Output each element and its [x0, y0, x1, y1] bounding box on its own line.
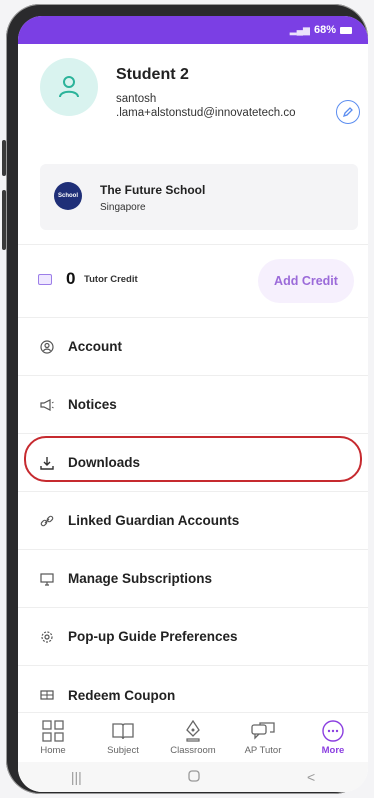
menu-label-popup-guide: Pop-up Guide Preferences	[68, 629, 238, 644]
menu-label-redeem-coupon: Redeem Coupon	[68, 687, 176, 703]
nav-subject[interactable]: Subject	[88, 713, 158, 762]
nav-more[interactable]: More	[298, 713, 368, 762]
tutor-credit-row: 0 Tutor Credit Add Credit	[18, 244, 368, 318]
credit-label: Tutor Credit	[84, 274, 138, 285]
profile-name: Student 2	[116, 66, 189, 83]
menu-label-manage-subscriptions: Manage Subscriptions	[68, 571, 213, 586]
more-icon	[322, 719, 344, 743]
nav-label-home: Home	[40, 745, 66, 756]
system-navigation-bar: ||| <	[18, 762, 368, 792]
chat-icon	[251, 719, 275, 743]
email-line-2: .lama+alstonstud@innovatetech.co	[116, 107, 296, 119]
menu-item-notices[interactable]: Notices	[18, 376, 368, 434]
credit-value: 0	[66, 269, 76, 288]
pen-icon	[184, 719, 202, 743]
downloads-highlight-outline	[24, 436, 362, 482]
menu-label-account: Account	[68, 339, 122, 354]
nav-classroom[interactable]: Classroom	[158, 713, 228, 762]
app-screen: ▂▄▆ 68% Student 2 santosh .lama+alstonst…	[18, 16, 368, 792]
credit-card-icon	[38, 274, 52, 285]
status-bar: ▂▄▆ 68%	[18, 16, 368, 44]
book-icon	[112, 719, 134, 743]
link-icon	[40, 514, 54, 528]
menu-item-linked-guardian-accounts[interactable]: Linked Guardian Accounts	[18, 492, 368, 550]
battery-percentage: 68%	[313, 24, 336, 36]
megaphone-icon	[40, 398, 54, 412]
menu-item-popup-guide-preferences[interactable]: Pop-up Guide Preferences	[18, 608, 368, 666]
school-logo: School	[54, 182, 82, 210]
add-credit-button[interactable]: Add Credit	[258, 259, 354, 303]
email-line-1: santosh	[116, 93, 157, 105]
nav-label-more: More	[321, 745, 345, 756]
school-name: The Future School	[100, 183, 206, 197]
recent-apps-icon[interactable]: |||	[71, 769, 82, 785]
monitor-icon	[40, 572, 54, 586]
profile-email: santosh .lama+alstonstud@innovatetech.co	[116, 92, 326, 120]
settings-menu: Account Notices Downloads Linked Guardia…	[18, 318, 368, 724]
back-icon[interactable]: <	[307, 769, 315, 785]
nav-ap-tutor[interactable]: AP Tutor	[228, 713, 298, 762]
ticket-icon	[40, 688, 54, 702]
avatar[interactable]	[40, 58, 98, 116]
battery-icon	[340, 26, 352, 34]
nav-label-classroom: Classroom	[170, 745, 216, 756]
signal-icon: ▂▄▆	[289, 24, 310, 35]
nav-home[interactable]: Home	[18, 713, 88, 762]
menu-label-linked-guardian: Linked Guardian Accounts	[68, 513, 240, 528]
nav-label-ap-tutor: AP Tutor	[244, 745, 282, 756]
menu-item-account[interactable]: Account	[18, 318, 368, 376]
school-location: Singapore	[100, 202, 146, 213]
user-icon	[59, 76, 79, 98]
phone-frame: ▂▄▆ 68% Student 2 santosh .lama+alstonst…	[6, 4, 368, 794]
user-circle-icon	[40, 339, 54, 354]
nav-label-subject: Subject	[107, 745, 139, 756]
grid-icon	[42, 719, 64, 743]
pencil-icon	[342, 107, 353, 118]
home-circle-icon[interactable]	[187, 769, 201, 786]
edit-profile-button[interactable]	[336, 100, 360, 124]
device-background: ▂▄▆ 68% Student 2 santosh .lama+alstonst…	[0, 0, 374, 798]
gear-icon	[40, 630, 54, 644]
menu-item-manage-subscriptions[interactable]: Manage Subscriptions	[18, 550, 368, 608]
school-card[interactable]: School The Future School Singapore	[40, 164, 358, 230]
bottom-navigation: Home Subject Classroom AP Tutor More	[18, 712, 368, 762]
menu-label-notices: Notices	[68, 397, 117, 412]
